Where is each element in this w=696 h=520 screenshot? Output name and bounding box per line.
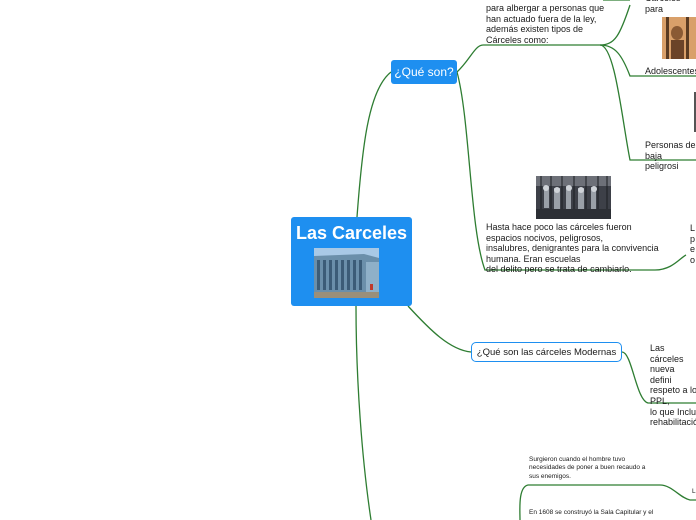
topic-carceles-modernas[interactable]: ¿Qué son las cárceles Modernas bbox=[471, 342, 622, 362]
branch-central-to-que-son bbox=[356, 71, 392, 218]
historia-child-clipped: L p e o bbox=[690, 223, 696, 265]
origen-child-clipped: L bbox=[692, 488, 696, 495]
tipo-baja-peligrosidad: Personas de baja peligrosi bbox=[645, 140, 696, 172]
prison-building-photo bbox=[314, 248, 379, 298]
que-son-historia: Hasta hace poco las cárceles fueron espa… bbox=[486, 222, 659, 275]
prisoners-behind-bars-photo bbox=[536, 176, 611, 219]
branch-central-down bbox=[355, 305, 372, 520]
modernas-detail: Las cárceles nueva defini respeto a lo P… bbox=[650, 343, 696, 428]
branch-central-to-modernas bbox=[407, 305, 472, 353]
tipo-adolescentes: Adolescentes bbox=[645, 66, 696, 76]
que-son-intro: para albergar a personas que han actuado… bbox=[486, 3, 605, 45]
que-son-clipped-top: Cárceles para bbox=[645, 0, 681, 14]
adolescent-photo bbox=[662, 17, 696, 59]
fecha-note: En 1608 se construyó la Sala Capitular y… bbox=[529, 509, 654, 516]
central-title: Las Carceles bbox=[295, 223, 408, 243]
origen-note: Surgieron cuando el hombre tuvo necesida… bbox=[529, 456, 646, 480]
central-node[interactable]: Las Carceles bbox=[291, 217, 412, 306]
topic-que-son[interactable]: ¿Qué son? bbox=[391, 60, 457, 84]
